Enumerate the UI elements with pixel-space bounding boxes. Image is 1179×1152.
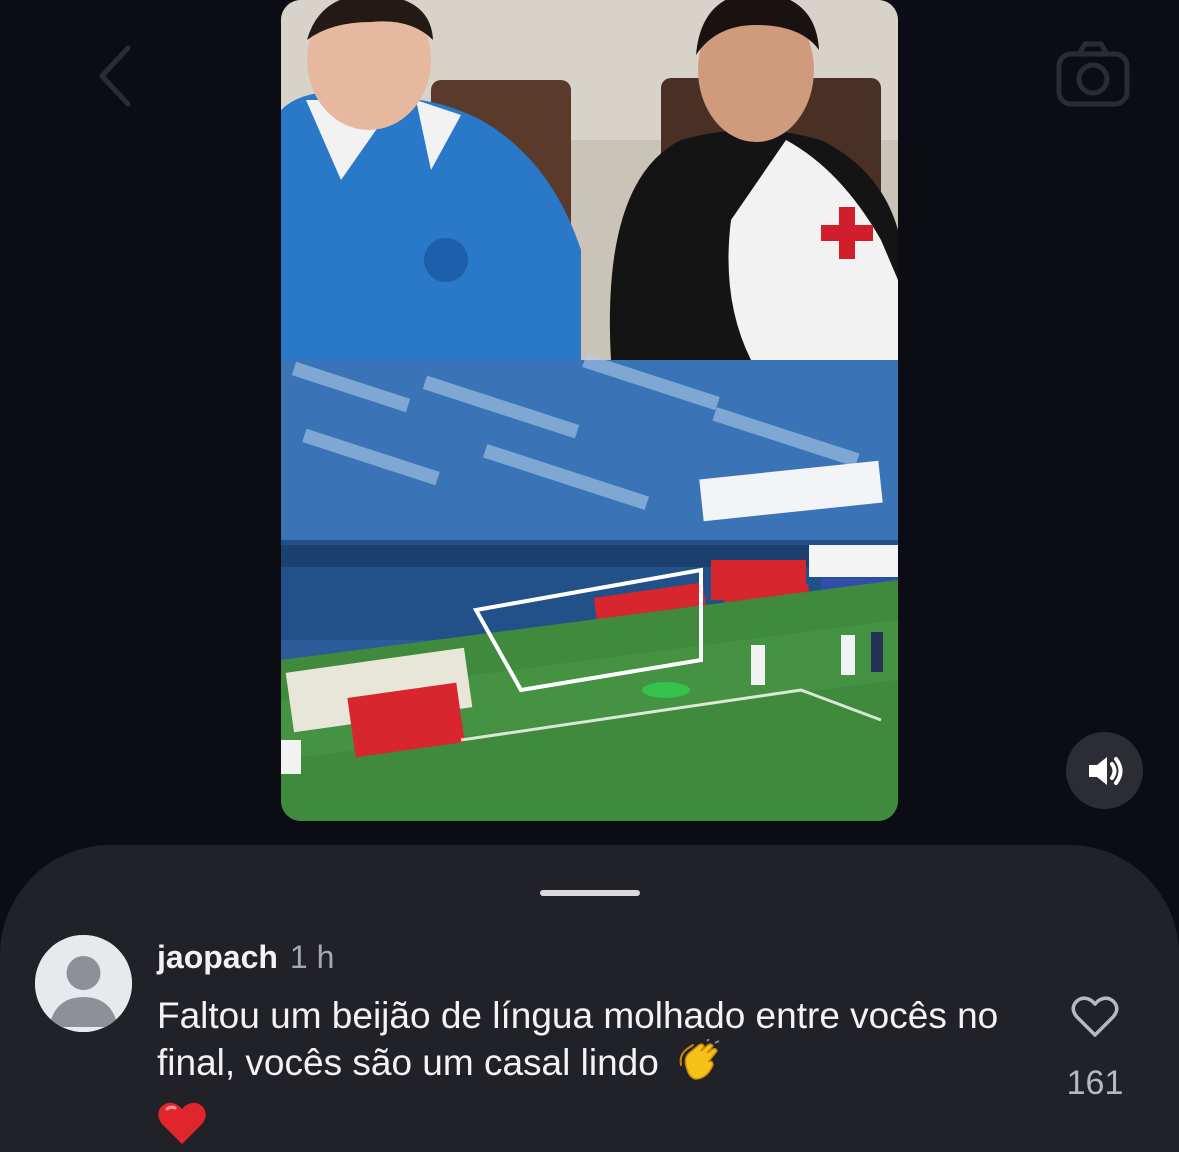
reel-comments-screen: jaopach 1 h Faltou um beijão de língua mo… bbox=[0, 0, 1179, 1152]
comment-username[interactable]: jaopach bbox=[157, 939, 278, 975]
camera-icon[interactable] bbox=[1053, 38, 1133, 110]
red-heart-emoji bbox=[157, 1100, 1037, 1152]
sheet-grabber[interactable] bbox=[540, 890, 640, 896]
reel-video[interactable] bbox=[281, 0, 898, 821]
like-count: 161 bbox=[1066, 1064, 1124, 1102]
speaker-on-icon bbox=[1088, 756, 1122, 785]
comment-time: 1 h bbox=[289, 939, 335, 975]
avatar[interactable] bbox=[35, 935, 132, 1032]
comment-header: jaopach 1 h bbox=[157, 937, 334, 977]
heart-outline-icon bbox=[1071, 996, 1119, 1037]
clapping-hands-emoji bbox=[677, 1038, 721, 1094]
comment-text: Faltou um beijão de língua molhado entre… bbox=[157, 993, 1037, 1152]
comment-text-content: Faltou um beijão de língua molhado entre… bbox=[157, 995, 999, 1083]
comments-sheet: jaopach 1 h Faltou um beijão de língua mo… bbox=[0, 845, 1179, 1152]
chevron-left-icon[interactable] bbox=[88, 40, 148, 110]
volume-button[interactable] bbox=[1066, 732, 1143, 809]
like-button[interactable] bbox=[1070, 993, 1120, 1039]
